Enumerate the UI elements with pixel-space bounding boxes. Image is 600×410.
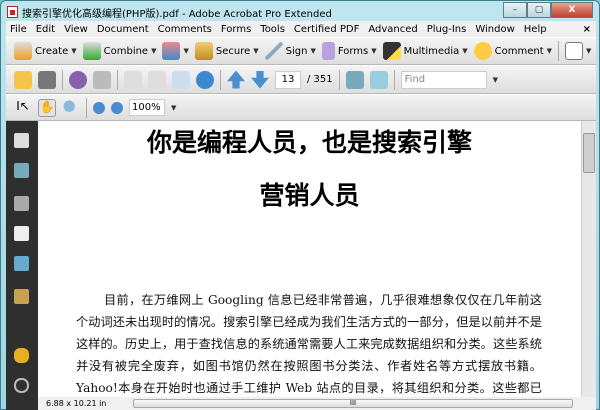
maximize-button[interactable]: ▢: [527, 2, 551, 18]
create-icon: [14, 42, 32, 60]
pdf-icon: [7, 6, 18, 18]
title-bar: 搜索引擎优化高级编程(PHP版).pdf - Adobe Acrobat Pro…: [7, 4, 332, 20]
menu-document[interactable]: Document: [97, 24, 149, 35]
menu-edit[interactable]: Edit: [36, 24, 55, 35]
open-folder-icon[interactable]: [14, 70, 32, 89]
signatures-icon[interactable]: [14, 196, 29, 211]
tasks-toolbar: Create ▼ Combine ▼ ▼ Secure ▼ Sign ▼ Forms ▼ …: [6, 37, 596, 65]
fit-page-icon[interactable]: [369, 70, 388, 89]
zoom-level-input[interactable]: 100%: [129, 99, 165, 116]
organizer-icon[interactable]: [69, 70, 87, 89]
create-button[interactable]: Create ▼: [14, 42, 77, 60]
zoom-in-icon[interactable]: [111, 101, 123, 114]
separator: [338, 69, 340, 90]
acrobat-window: 搜索引擎优化高级编程(PHP版).pdf - Adobe Acrobat Pro…: [0, 0, 600, 410]
menu-comments[interactable]: Comments: [158, 24, 212, 35]
multimedia-icon: [382, 42, 401, 60]
page-count: / 351: [307, 74, 333, 85]
layers-icon[interactable]: [14, 226, 29, 241]
combine-icon: [82, 42, 101, 60]
fit-width-icon[interactable]: [345, 70, 364, 89]
chapter-title-line1: 你是编程人员，也是搜索引擎: [146, 128, 472, 157]
menu-plug-ins[interactable]: Plug-Ins: [427, 24, 467, 35]
page-size: 6.88 x 10.21 in: [46, 399, 107, 408]
attachments-icon[interactable]: [14, 378, 29, 393]
separator: [558, 41, 560, 61]
sign-button[interactable]: Sign ▼: [264, 42, 316, 60]
select-tool-icon[interactable]: I↖: [14, 99, 32, 117]
find-input[interactable]: Find: [400, 70, 487, 89]
pages-icon[interactable]: [14, 133, 29, 148]
previous-page-icon[interactable]: [227, 70, 245, 89]
save-as-icon[interactable]: [148, 70, 166, 89]
menu-advanced[interactable]: Advanced: [368, 24, 417, 35]
scroll-thumb[interactable]: [583, 133, 595, 173]
menu-forms[interactable]: Forms: [221, 24, 251, 35]
chapter-title-line2: 营销人员: [259, 181, 360, 210]
panels-icon: [565, 42, 584, 60]
secure-button[interactable]: Secure ▼: [194, 42, 259, 60]
menu-file[interactable]: File: [10, 24, 27, 35]
multimedia-button[interactable]: Multimedia ▼: [382, 42, 468, 60]
comment-icon: [473, 42, 492, 60]
body-paragraph: 目前，在万维网上 Googling 信息已经非常普遍，几乎很难想象仅仅在几年前这…: [76, 293, 542, 395]
bookmarks-icon[interactable]: [14, 163, 29, 178]
separator: [86, 97, 87, 118]
tags-icon[interactable]: [14, 289, 29, 304]
vertical-scrollbar[interactable]: [581, 121, 596, 397]
menu-bar: File Edit View Document Comments Forms T…: [6, 21, 596, 37]
close-document-button[interactable]: ×: [583, 24, 591, 35]
menu-window[interactable]: Window: [475, 24, 514, 35]
collaborate-button[interactable]: ▼: [162, 42, 189, 60]
web-upload-icon[interactable]: [196, 70, 214, 89]
menu-view[interactable]: View: [64, 24, 88, 35]
close-button[interactable]: X: [551, 2, 593, 18]
hand-tool-icon[interactable]: ✋: [38, 98, 56, 117]
collaborate-icon: [162, 42, 181, 60]
file-toolbar: 13 / 351 Find ▼: [6, 65, 596, 94]
navigation-pane: [6, 121, 38, 410]
select-zoom-toolbar: I↖ ✋ 100% ▼: [6, 94, 596, 121]
window-title: 搜索引擎优化高级编程(PHP版).pdf - Adobe Acrobat Pro…: [22, 8, 332, 20]
separator: [62, 69, 63, 90]
document-page: 你是编程人员，也是搜索引擎 营销人员 目前，在万维网上 Googling 信息已…: [38, 121, 581, 397]
separator: [220, 69, 221, 90]
panels-button[interactable]: ▼: [565, 42, 591, 60]
menu-help[interactable]: Help: [524, 24, 547, 35]
lock-icon: [194, 42, 213, 60]
zoom-dropdown-icon[interactable]: ▼: [171, 104, 176, 112]
model-tree-icon[interactable]: [14, 256, 29, 271]
find-dropdown-icon[interactable]: ▼: [493, 76, 498, 84]
print-icon[interactable]: [38, 70, 56, 89]
forms-button[interactable]: Forms ▼: [321, 42, 377, 60]
comment-button[interactable]: Comment ▼: [473, 42, 552, 60]
next-page-icon[interactable]: [251, 70, 269, 89]
forms-icon: [321, 42, 335, 60]
pen-icon: [264, 42, 283, 60]
email-icon[interactable]: [172, 70, 190, 89]
status-bar: 6.88 x 10.21 in III: [38, 397, 596, 410]
comments-icon[interactable]: [14, 348, 29, 363]
scroll-grip: III: [349, 399, 357, 407]
menu-tools[interactable]: Tools: [260, 24, 285, 35]
separator: [393, 69, 395, 90]
minimize-button[interactable]: –: [503, 2, 527, 18]
save-icon[interactable]: [124, 70, 142, 89]
zoom-out-icon[interactable]: [93, 101, 105, 114]
menu-certified-pdf[interactable]: Certified PDF: [294, 24, 359, 35]
zoom-tool-icon[interactable]: [62, 98, 80, 117]
clipboard-icon[interactable]: [93, 70, 111, 89]
combine-button[interactable]: Combine ▼: [82, 42, 156, 60]
separator: [117, 69, 118, 90]
page-number-input[interactable]: 13: [275, 70, 301, 89]
horizontal-scrollbar[interactable]: III: [133, 399, 573, 408]
